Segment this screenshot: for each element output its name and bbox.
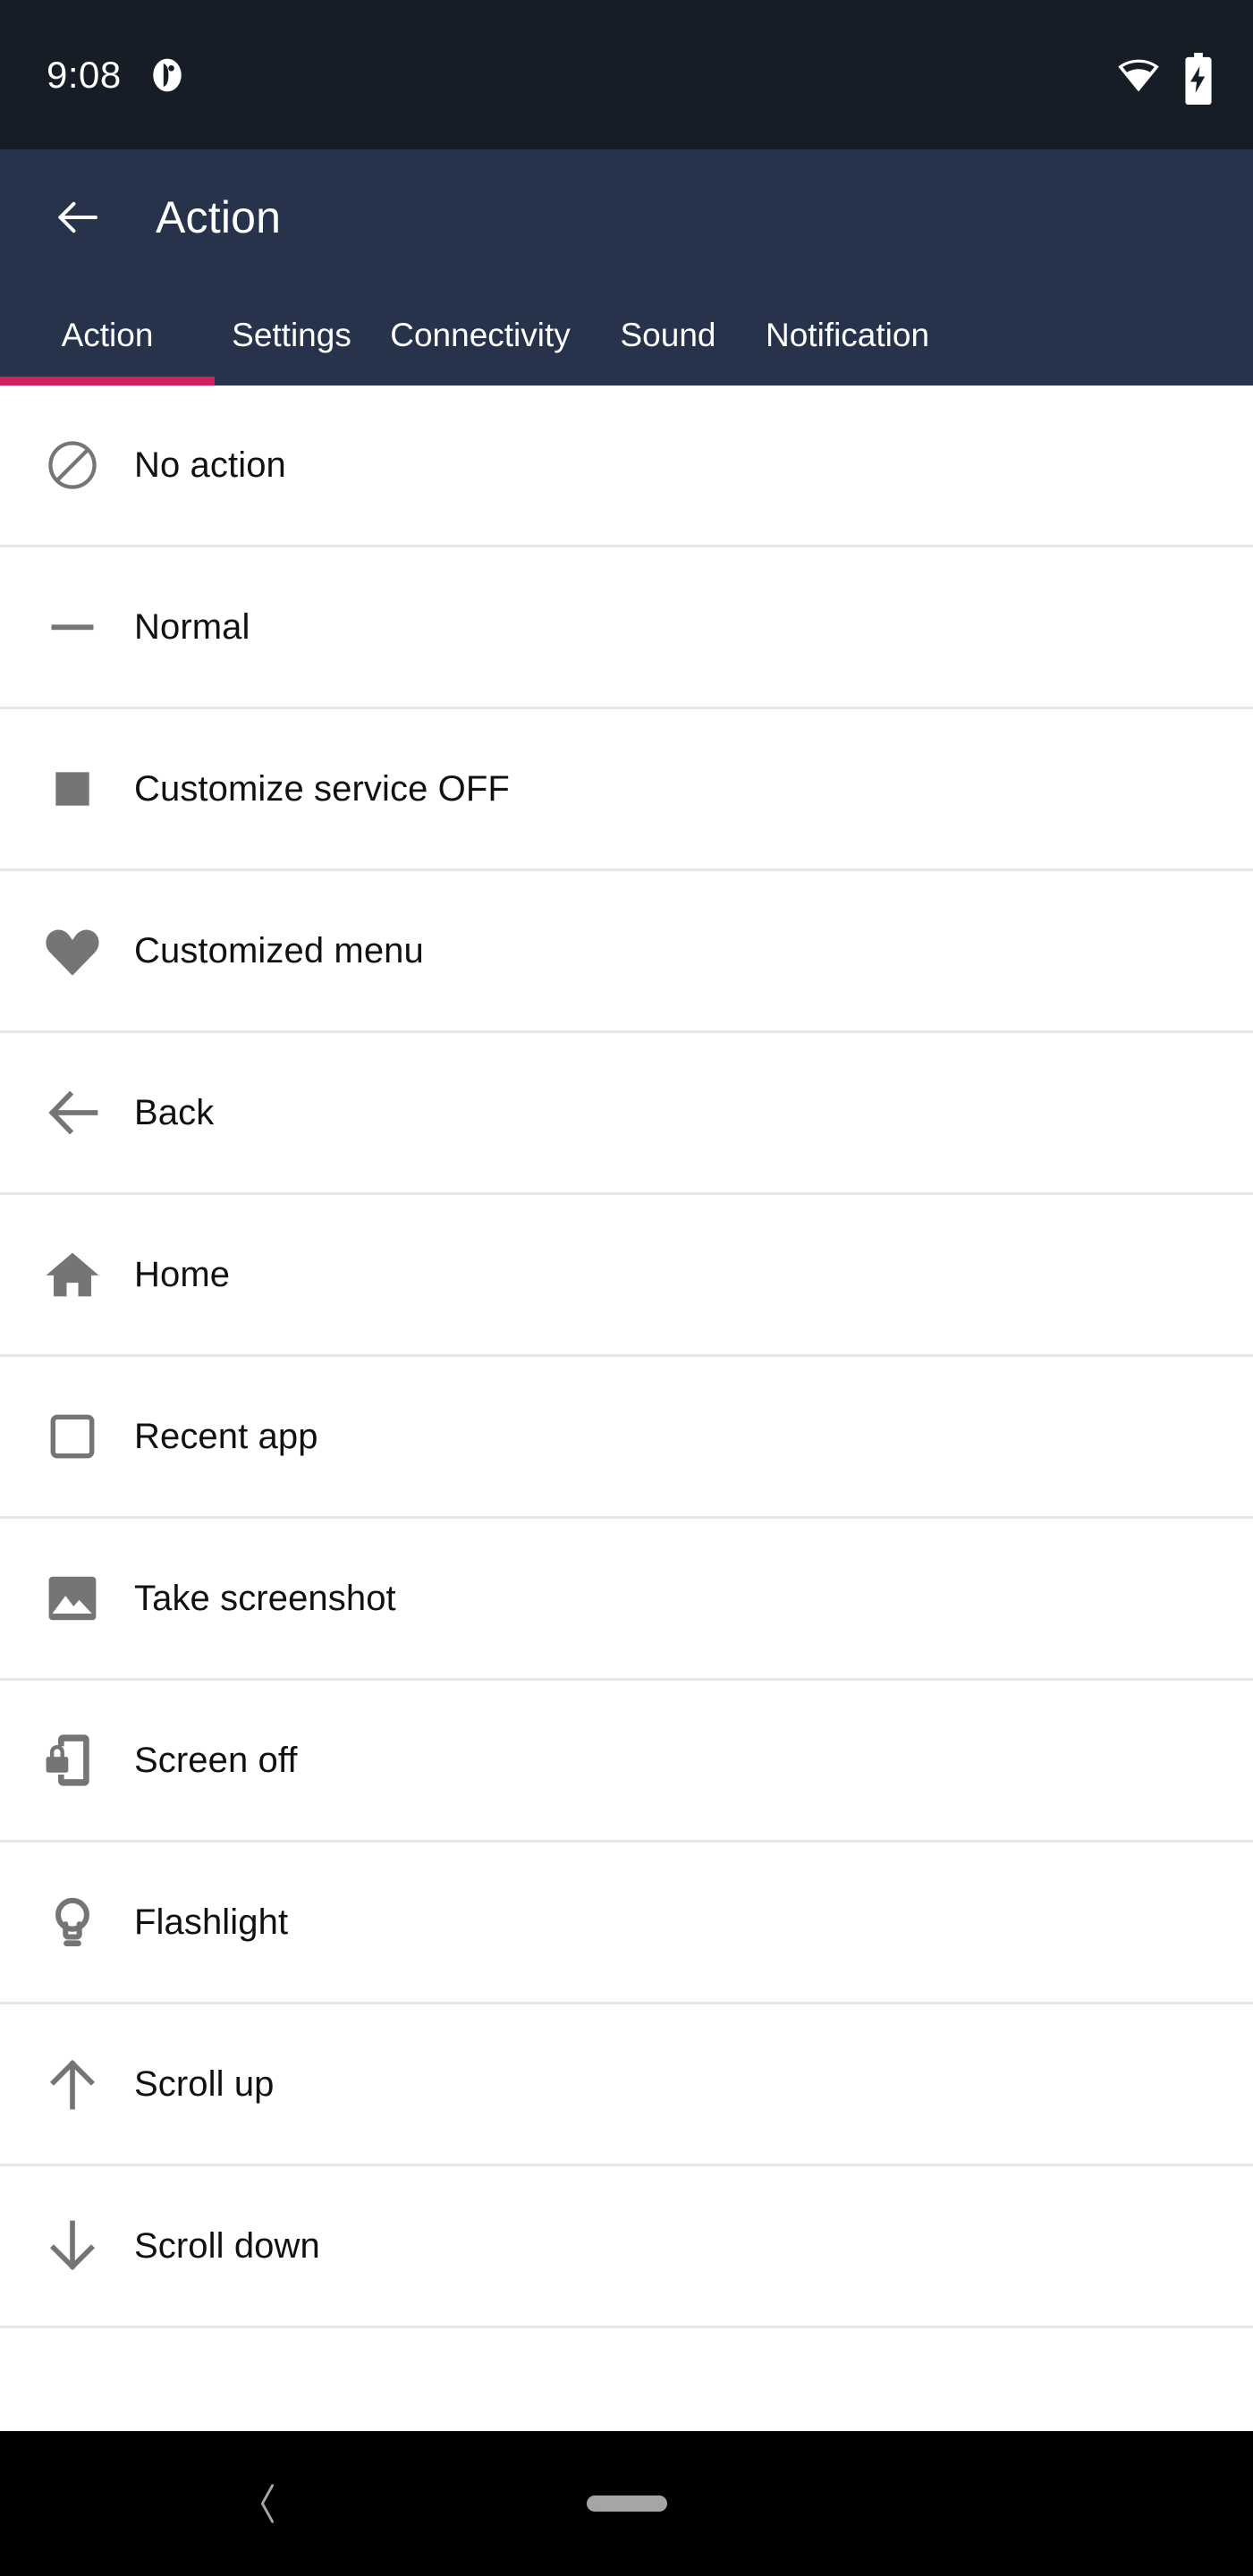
arrow-down-icon [32, 2206, 113, 2286]
list-bottom-gap [0, 2406, 1253, 2431]
image-icon [32, 1558, 113, 1639]
tab-action[interactable]: Action [0, 285, 215, 386]
heart-icon [32, 911, 113, 991]
back-button[interactable] [50, 191, 104, 244]
list-item-customized-menu[interactable]: Customized menu [0, 871, 1253, 1033]
tab-bar: Action Settings Connectivity Sound Notif… [0, 285, 1253, 386]
list-item-recent-app[interactable]: Recent app [0, 1357, 1253, 1519]
list-item-flashlight[interactable]: Flashlight [0, 1843, 1253, 2004]
list-item-take-screenshot[interactable]: Take screenshot [0, 1519, 1253, 1681]
notification-dot-icon [148, 56, 186, 94]
list-item-label: Scroll up [134, 2063, 275, 2104]
list-item-no-action[interactable]: No action [0, 386, 1253, 547]
gesture-pill[interactable] [586, 2496, 667, 2512]
tab-notification[interactable]: Notification [744, 285, 952, 386]
arrow-up-icon [32, 2044, 113, 2124]
list-item-scroll-up[interactable]: Scroll up [0, 2004, 1253, 2166]
system-navigation-bar [0, 2431, 1253, 2576]
tab-active-indicator [0, 377, 215, 386]
status-bar-left: 9:08 [47, 53, 186, 96]
list-item-label: No action [134, 445, 286, 485]
list-item-back[interactable]: Back [0, 1033, 1253, 1195]
phone-screen: 9:08 Action Action Settings Connectivity… [0, 0, 1253, 2576]
status-clock: 9:08 [47, 53, 122, 96]
status-bar-right [1115, 52, 1214, 105]
list-item-customize-service-off[interactable]: Customize service OFF [0, 709, 1253, 871]
lightbulb-icon [32, 1882, 113, 1962]
tab-settings[interactable]: Settings [215, 285, 368, 386]
list-item-scroll-down[interactable]: Scroll down [0, 2166, 1253, 2328]
list-item-label: Customized menu [134, 930, 424, 970]
list-item-label: Take screenshot [134, 1578, 396, 1618]
list-item-label: Home [134, 1254, 231, 1294]
arrow-left-icon [32, 1072, 113, 1153]
dash-icon [32, 587, 113, 667]
block-icon [32, 425, 113, 505]
action-list: No action Normal Customize service OFF C… [0, 386, 1253, 2406]
list-item-label: Screen off [134, 1740, 298, 1780]
list-item-label: Back [134, 1092, 215, 1132]
nav-back-button[interactable] [252, 2479, 283, 2528]
tab-sound[interactable]: Sound [592, 285, 744, 386]
phone-lock-icon [32, 1720, 113, 1801]
list-item-label: Normal [134, 606, 250, 647]
list-item-label: Recent app [134, 1416, 318, 1456]
wifi-icon [1115, 52, 1162, 98]
list-item-label: Flashlight [134, 1902, 289, 1942]
list-item-home[interactable]: Home [0, 1195, 1253, 1357]
list-item-normal[interactable]: Normal [0, 547, 1253, 709]
square-outline-icon [32, 1396, 113, 1477]
list-item-label: Scroll down [134, 2225, 320, 2266]
page-title: Action [156, 192, 282, 242]
list-item-label: Customize service OFF [134, 768, 510, 809]
tab-connectivity[interactable]: Connectivity [368, 285, 592, 386]
filled-square-icon [32, 749, 113, 829]
status-bar: 9:08 [0, 0, 1253, 149]
list-item-screen-off[interactable]: Screen off [0, 1681, 1253, 1843]
arrow-left-icon [58, 201, 97, 233]
home-icon [32, 1234, 113, 1315]
chevron-left-icon [260, 2484, 275, 2523]
battery-charging-icon [1183, 52, 1214, 105]
app-bar: Action [0, 149, 1253, 285]
